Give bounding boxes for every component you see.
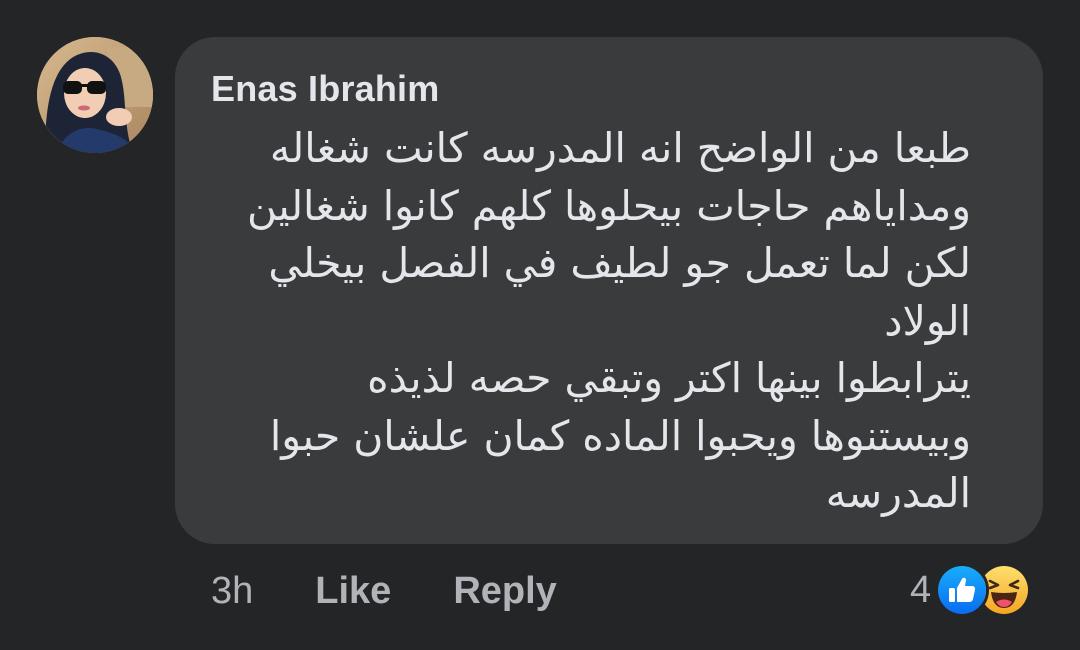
author-avatar[interactable] — [37, 37, 153, 153]
comment-text-line: وبيستنوها ويحبوا الماده كمان علشان حبوا — [269, 411, 971, 460]
like-button[interactable]: Like — [315, 570, 391, 613]
avatar-image — [37, 37, 153, 153]
comment-bubble: Enas Ibrahim طبعا من الواضح انه المدرسه … — [175, 37, 1043, 544]
comment-text-line: المدرسه — [825, 469, 971, 517]
comment-author-name[interactable]: Enas Ibrahim — [211, 65, 1009, 113]
comment-text-line: ومداياهم حاجات بيحلوها كلهم كانوا شغالين — [246, 181, 971, 230]
comment-actions: 3h Like Reply — [211, 563, 557, 619]
comment-text-line: لكن لما تعمل جو لطيف في الفصل بيخلي الول… — [268, 239, 971, 345]
comment-timestamp[interactable]: 3h — [211, 570, 253, 613]
comment-text: طبعا من الواضح انه المدرسه كانت شغاله وم… — [211, 120, 971, 523]
reactions-summary[interactable]: 4 — [910, 562, 1032, 618]
reply-button[interactable]: Reply — [453, 570, 556, 613]
comment-text-line: يترابطوا بينها اكتر وتبقي حصه لذيذه — [367, 354, 971, 402]
like-reaction-icon — [935, 563, 990, 617]
comment-text-line: طبعا من الواضح انه المدرسه كانت شغاله — [269, 124, 971, 172]
reaction-count: 4 — [910, 568, 932, 611]
